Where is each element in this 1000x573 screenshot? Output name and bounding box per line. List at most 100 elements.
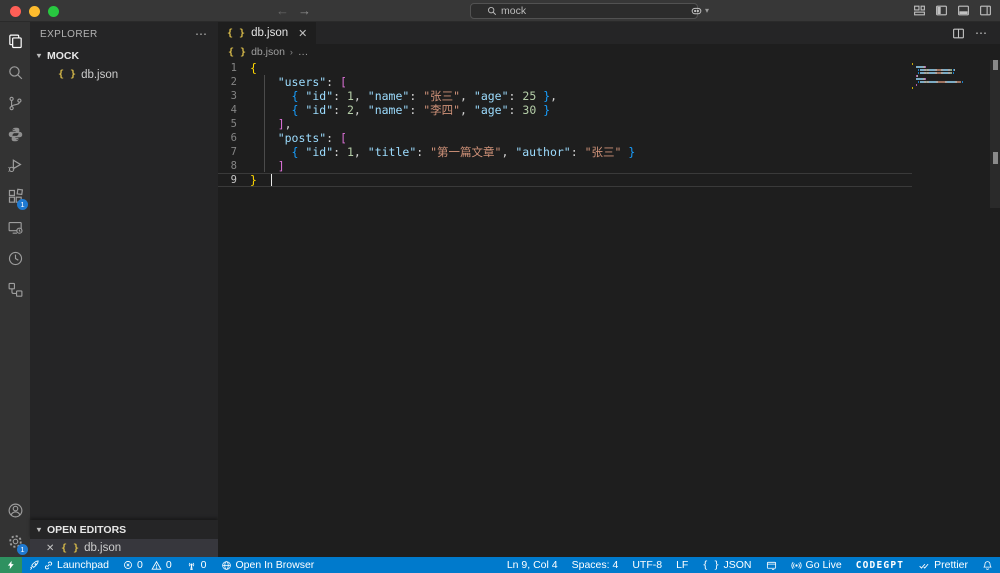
remote-indicator[interactable] [0, 557, 22, 573]
explorer-icon [7, 33, 24, 50]
eol-item[interactable]: LF [669, 557, 695, 573]
warning-icon [151, 560, 162, 571]
breadcrumb-file[interactable]: db.json [251, 46, 285, 58]
toggle-secondary-sidebar-icon[interactable] [979, 4, 992, 17]
breadcrumb-separator-icon: › [290, 47, 293, 57]
tab-label: db.json [251, 27, 288, 39]
json-file-icon: { } [228, 47, 246, 58]
warning-count: 0 [166, 559, 172, 571]
code-line[interactable]: 1{ [218, 61, 912, 75]
radio-tower-icon [186, 560, 197, 571]
launchpad-item[interactable]: Launchpad [22, 557, 116, 573]
accounts-button[interactable] [0, 495, 30, 526]
sidebar-item-remote-explorer[interactable] [0, 212, 30, 243]
account-icon [7, 502, 24, 519]
close-icon[interactable]: ✕ [46, 543, 56, 554]
text-cursor [271, 174, 273, 186]
code-line[interactable]: 5 ], [218, 117, 912, 131]
tab-dbjson[interactable]: { } db.json ✕ [218, 22, 316, 44]
search-icon [7, 64, 24, 81]
navigate-forward-icon[interactable]: → [298, 3, 311, 19]
close-tab-icon[interactable]: ✕ [298, 27, 307, 40]
file-row-dbjson[interactable]: { } db.json [30, 65, 218, 84]
run-debug-icon [7, 157, 24, 174]
window-controls[interactable] [10, 6, 59, 17]
go-live-item[interactable]: Go Live [784, 557, 849, 573]
sidebar-empty-space [30, 84, 218, 520]
chevron-down-icon: ▾ [705, 6, 709, 15]
scrollbar-track[interactable] [990, 60, 1000, 208]
json-file-icon: { } [58, 69, 76, 80]
sidebar-item-search[interactable] [0, 57, 30, 88]
ports-item[interactable]: 0 [179, 557, 214, 573]
json-file-icon: { } [61, 543, 79, 554]
editor-scrollbar[interactable] [990, 60, 1000, 557]
broadcast-icon [791, 560, 802, 571]
copilot-menu[interactable]: ▾ [690, 4, 709, 17]
code-line[interactable]: 9} [218, 173, 912, 187]
open-editor-row-dbjson[interactable]: ✕ { } db.json [30, 539, 218, 557]
open-editor-file-name: db.json [84, 542, 121, 554]
sidebar-item-clock[interactable] [0, 243, 30, 274]
copilot-icon [690, 4, 703, 17]
editor-content[interactable]: 1{2 "users": [3 { "id": 1, "name": "张三",… [218, 60, 1000, 557]
braces-icon: { } [702, 560, 719, 571]
folder-name: MOCK [47, 50, 79, 62]
more-actions-icon[interactable]: ⋯ [975, 26, 988, 40]
code-line[interactable]: 8 ] [218, 159, 912, 173]
close-window-button[interactable] [10, 6, 21, 17]
open-editors-header[interactable]: ▼ OPEN EDITORS [30, 520, 218, 539]
code-line[interactable]: 7 { "id": 1, "title": "第一篇文章", "author":… [218, 145, 912, 159]
code-line[interactable]: 6 "posts": [ [218, 131, 912, 145]
code-area[interactable]: 1{2 "users": [3 { "id": 1, "name": "张三",… [218, 60, 912, 557]
breadcrumb-more[interactable]: … [298, 46, 309, 58]
sidebar-item-explorer[interactable] [0, 26, 30, 57]
code-line[interactable]: 3 { "id": 1, "name": "张三", "age": 25 }, [218, 89, 912, 103]
minimize-window-button[interactable] [29, 6, 40, 17]
encoding-item[interactable]: UTF-8 [625, 557, 669, 573]
toggle-primary-sidebar-icon[interactable] [935, 4, 948, 17]
prettier-item[interactable]: Prettier [911, 557, 975, 573]
linked-squares-icon [7, 281, 24, 298]
chevron-down-icon: ▼ [34, 525, 44, 533]
sidebar-item-extensions[interactable]: 1 [0, 181, 30, 212]
manage-settings-button[interactable]: 1 [0, 526, 30, 557]
preview-item[interactable] [759, 557, 784, 573]
tab-bar: { } db.json ✕ ⋯ [218, 22, 1000, 44]
sidebar-item-python[interactable] [0, 119, 30, 150]
problems-item[interactable]: 0 0 [116, 557, 179, 573]
double-check-icon [918, 560, 930, 571]
sidebar-item-source-control[interactable] [0, 88, 30, 119]
cursor-position-item[interactable]: Ln 9, Col 4 [500, 557, 565, 573]
line-number: 3 [218, 89, 250, 103]
window-icon [766, 560, 777, 571]
navigate-back-icon[interactable]: ← [276, 3, 289, 19]
command-center-search[interactable]: mock [470, 3, 698, 19]
sidebar-item-linked-squares[interactable] [0, 274, 30, 305]
file-name: db.json [81, 69, 118, 81]
notifications-item[interactable] [975, 557, 1000, 573]
search-value: mock [501, 5, 526, 17]
indentation-item[interactable]: Spaces: 4 [565, 557, 626, 573]
breadcrumb[interactable]: { } db.json › … [218, 44, 1000, 60]
json-file-icon: { } [227, 28, 245, 39]
sidebar-item-run-debug[interactable] [0, 150, 30, 181]
line-number: 7 [218, 145, 250, 159]
split-editor-icon[interactable] [952, 27, 965, 40]
source-control-icon [7, 95, 24, 112]
code-line[interactable]: 4 { "id": 2, "name": "李四", "age": 30 } [218, 103, 912, 117]
codegpt-item[interactable]: CODEGPT [849, 557, 911, 573]
customize-layout-icon[interactable] [913, 4, 926, 17]
toggle-panel-icon[interactable] [957, 4, 970, 17]
language-mode-item[interactable]: { } JSON [695, 557, 758, 573]
clock-icon [7, 250, 24, 267]
more-actions-icon[interactable]: ⋯ [195, 27, 208, 41]
line-number: 2 [218, 75, 250, 89]
title-bar: ← → mock ▾ [0, 0, 1000, 22]
folder-row-mock[interactable]: ▼ MOCK [30, 46, 218, 65]
code-line[interactable]: 2 "users": [ [218, 75, 912, 89]
open-in-browser-item[interactable]: Open In Browser [214, 557, 322, 573]
zoom-window-button[interactable] [48, 6, 59, 17]
minimap[interactable] [912, 60, 990, 557]
settings-badge: 1 [17, 544, 28, 555]
